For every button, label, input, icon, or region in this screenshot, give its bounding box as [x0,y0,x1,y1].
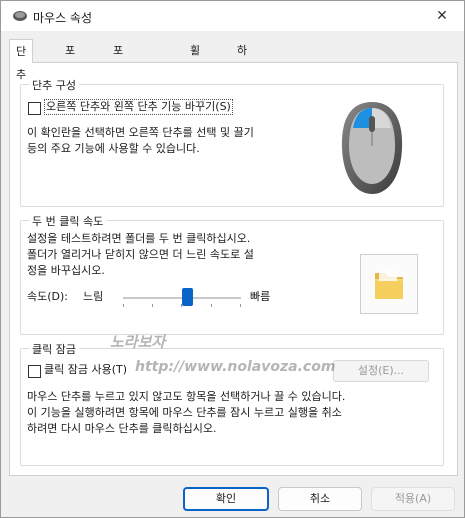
mouse-properties-window: 마우스 속성 ✕ 단추 포인터 포인터 옵션 휠 하드웨어 단추 구성 오른쪽 … [0,0,465,518]
tab-panel: 단추 구성 오른쪽 단추와 왼쪽 단추 기능 바꾸기(S) 이 확인란을 선택하… [9,62,458,476]
mouse-icon [13,11,27,21]
test-folder-area[interactable] [360,254,418,314]
mouse-preview [315,86,429,206]
tab-pointer-options[interactable]: 포인터 옵션 [107,41,129,137]
swap-buttons-label[interactable]: 오른쪽 단추와 왼쪽 단추 기능 바꾸기(S) [44,99,233,115]
click-lock-description-line2: 이 기능을 실행하려면 항목에 마우스 단추를 잠시 누르고 실행을 취소 [27,406,342,419]
swap-buttons-checkbox[interactable] [28,102,41,115]
apply-button[interactable]: 적용(A) [371,487,455,511]
title-bar: 마우스 속성 ✕ [1,1,464,31]
slider-tick [211,304,212,307]
click-lock-checkbox[interactable] [28,365,41,378]
button-config-title: 단추 구성 [29,77,79,93]
double-click-description-line3: 정을 바꾸십시오. [27,264,105,277]
double-click-title: 두 번 클릭 속도 [29,213,107,229]
folder-icon [375,271,403,299]
speed-slider-thumb[interactable] [182,288,194,306]
close-icon: ✕ [436,8,448,24]
click-lock-description-line3: 하려면 다시 마우스 단추를 클릭하십시오. [27,422,217,435]
double-click-group: 두 번 클릭 속도 설정을 테스트하려면 폴더를 두 번 클릭하십시오. 폴더가… [20,213,444,335]
window-title: 마우스 속성 [33,11,93,25]
cancel-button[interactable]: 취소 [278,487,362,511]
watermark-title: 노라보자 [110,333,166,351]
double-click-description-line1: 설정을 테스트하려면 폴더를 두 번 클릭하십시오. [27,232,251,245]
double-click-description-line2: 폴더가 열리거나 닫히지 않으면 더 느린 속도로 설 [27,248,254,261]
speed-label: 속도(D): [27,290,68,303]
tab-buttons[interactable]: 단추 [9,39,34,81]
slow-label: 느림 [83,290,104,303]
tab-wheel[interactable]: 휠 [184,41,206,61]
slider-tick [123,304,124,307]
slider-tick [152,304,153,307]
tab-pointers[interactable]: 포인터 [59,41,81,97]
click-lock-description-line1: 마우스 단추를 누르고 있지 않고도 항목을 선택하거나 끌 수 있습니다. [27,390,346,403]
button-config-group: 단추 구성 오른쪽 단추와 왼쪽 단추 기능 바꾸기(S) 이 확인란을 선택하… [20,77,444,207]
mouse-illustration [341,102,403,194]
slider-tick [240,304,241,307]
click-lock-title: 클릭 잠금 [29,341,79,357]
watermark-url: http://www.nolavoza.com [135,359,336,375]
tab-hardware[interactable]: 하드웨어 [231,41,253,117]
fast-label: 빠름 [250,290,271,303]
close-button[interactable]: ✕ [420,1,464,31]
swap-description-line1: 이 확인란을 선택하면 오른쪽 단추를 선택 및 끌기 [27,126,254,139]
ok-button[interactable]: 확인 [183,487,269,511]
swap-description-line2: 등의 주요 기능에 사용할 수 있습니다. [27,142,200,155]
click-lock-label[interactable]: 클릭 잠금 사용(T) [44,362,127,378]
click-lock-settings-button[interactable]: 설정(E)... [333,360,429,382]
